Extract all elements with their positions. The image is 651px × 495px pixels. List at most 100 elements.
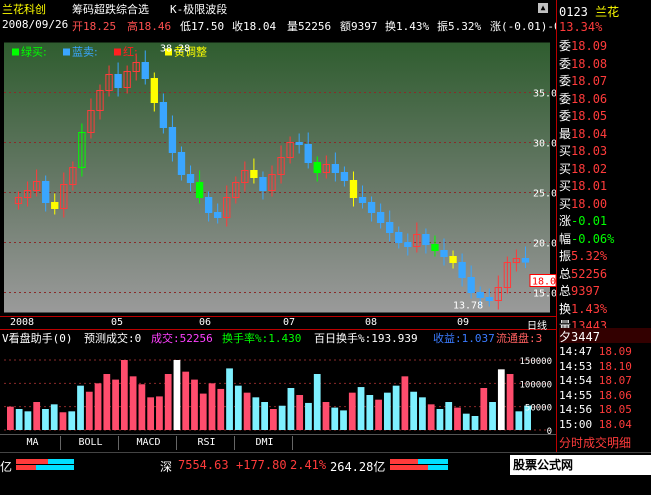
legend-red-swatch — [114, 48, 121, 56]
candle-body — [204, 197, 213, 213]
trade-time: 14:53 — [559, 359, 593, 373]
quote-pct-top: 13.34% — [559, 20, 603, 34]
candle-body — [367, 202, 376, 213]
quote-row-value: 18.02 — [571, 161, 608, 175]
last-price-value: 18.04 — [532, 277, 556, 288]
volume-bar — [33, 402, 41, 430]
candle-body — [295, 142, 303, 145]
volume-bar — [7, 406, 14, 430]
volume-bar — [348, 392, 356, 430]
volume-bar — [103, 374, 111, 430]
candle-body — [521, 258, 530, 263]
volume-bar — [471, 416, 479, 430]
quote-row: 振5.32% — [559, 247, 651, 262]
candle-body — [467, 277, 475, 293]
candle-body — [186, 174, 195, 183]
candle-body — [168, 127, 177, 153]
time-tick-05: 05 — [111, 317, 124, 328]
candle-body — [349, 180, 358, 198]
price-chart[interactable]: 35.0030.0025.0020.0015.00 绿买: 蓝卖: 红: 黄调整… — [0, 17, 556, 333]
status-amount: 264.28亿 — [330, 460, 386, 474]
quote-name: 兰花 — [595, 5, 620, 18]
quote-row-label: 换 — [559, 301, 572, 315]
volume-bar — [24, 411, 32, 430]
trade-header: 夕3447 — [559, 328, 651, 343]
candle-body — [259, 177, 267, 191]
vol-forecast: 预测成交:0 — [84, 332, 142, 344]
candle-body — [358, 197, 367, 203]
legend-blue-swatch — [63, 48, 70, 56]
volume-bar — [278, 405, 286, 430]
candle-body — [422, 234, 430, 245]
trade-time: 14:55 — [559, 388, 593, 402]
candle-body — [159, 102, 168, 128]
time-tick-07: 07 — [283, 317, 296, 328]
quote-row: 涨-0.01 — [559, 212, 651, 227]
trade-row: 14:53 18.10 — [559, 360, 651, 375]
trade-time: 14:54 — [559, 374, 593, 387]
high-price-label: 38.28 — [160, 44, 190, 55]
tab-macd[interactable]: MACD — [121, 436, 177, 450]
candle-body — [42, 181, 50, 203]
volume-bar — [313, 374, 321, 430]
candle-body — [304, 144, 312, 163]
candle-body — [449, 256, 457, 263]
tab-dmi[interactable]: DMI — [237, 436, 293, 450]
quote-row-value: 18.00 — [571, 196, 608, 210]
volume-bar — [15, 409, 23, 430]
tab-rsi[interactable]: RSI — [179, 436, 235, 450]
volume-chart[interactable]: 150000 100000 50000 0 — [0, 344, 556, 434]
quote-row-label: 买 — [559, 161, 572, 175]
scroll-up-button[interactable]: ▲ — [538, 3, 548, 13]
volume-bar — [217, 388, 225, 430]
candle-body — [177, 152, 186, 175]
volume-bar — [42, 409, 49, 430]
tab-ma[interactable]: MA — [5, 436, 61, 450]
volume-bar — [164, 374, 172, 430]
trade-time: 14:56 — [559, 403, 593, 416]
volume-bar — [340, 410, 347, 430]
trade-price: 18.07 — [592, 374, 632, 387]
volume-bar — [94, 383, 102, 430]
volume-y-tick: 0 — [547, 427, 552, 434]
volume-bar — [506, 374, 514, 430]
legend-green-swatch — [12, 48, 19, 56]
price-y-tick: 25.00 — [533, 189, 556, 200]
trade-price: 18.04 — [592, 417, 632, 431]
price-y-tick: 35.00 — [533, 89, 556, 100]
trade-footer[interactable]: 分时成交明细 — [559, 434, 651, 449]
quote-row-value: 9397 — [571, 284, 600, 297]
volume-bar — [226, 368, 233, 430]
price-y-tick: 15.00 — [533, 289, 556, 300]
volume-bar — [208, 383, 216, 430]
volume-bar — [497, 369, 505, 430]
candle-body — [195, 182, 204, 198]
quote-row-label: 最 — [559, 126, 572, 140]
volume-bar — [357, 387, 365, 430]
legend-red-label: 红: — [123, 46, 138, 59]
volume-bar — [173, 360, 181, 430]
candle-body — [395, 232, 403, 243]
quote-row-label: 涨 — [559, 214, 572, 227]
candle-body — [431, 244, 439, 251]
volume-bar — [445, 402, 453, 430]
quote-row-label: 幅 — [559, 231, 572, 245]
indicator-name-2[interactable]: K-极限波段 — [170, 1, 227, 16]
volume-bar — [366, 395, 374, 430]
indicator-name[interactable]: 筹码超跌综合选 — [72, 1, 149, 16]
vol-turnover: 换手率%:1.430 — [222, 332, 302, 344]
legend-blue-label: 蓝卖: — [72, 46, 98, 59]
trade-row: 14:47 18.09 — [559, 345, 651, 360]
status-market[interactable]: 深 — [160, 458, 172, 475]
volume-bar — [156, 396, 163, 430]
trade-time: 15:00 — [559, 417, 593, 431]
quote-row-label: 委 — [559, 91, 572, 105]
volume-bar — [120, 360, 128, 430]
title-bar: 兰花科创 筹码超跌综合选 K-极限波段 ▲ — [0, 0, 556, 16]
quote-row-value: 52256 — [571, 266, 608, 280]
vol-indicator-name[interactable]: V看盘助手(0) — [2, 330, 73, 344]
volume-bar — [182, 371, 190, 430]
tab-boll[interactable]: BOLL — [63, 436, 119, 450]
volume-bar — [427, 404, 435, 430]
website-banner[interactable]: 股票公式网 www.88gg.com — [510, 455, 651, 492]
